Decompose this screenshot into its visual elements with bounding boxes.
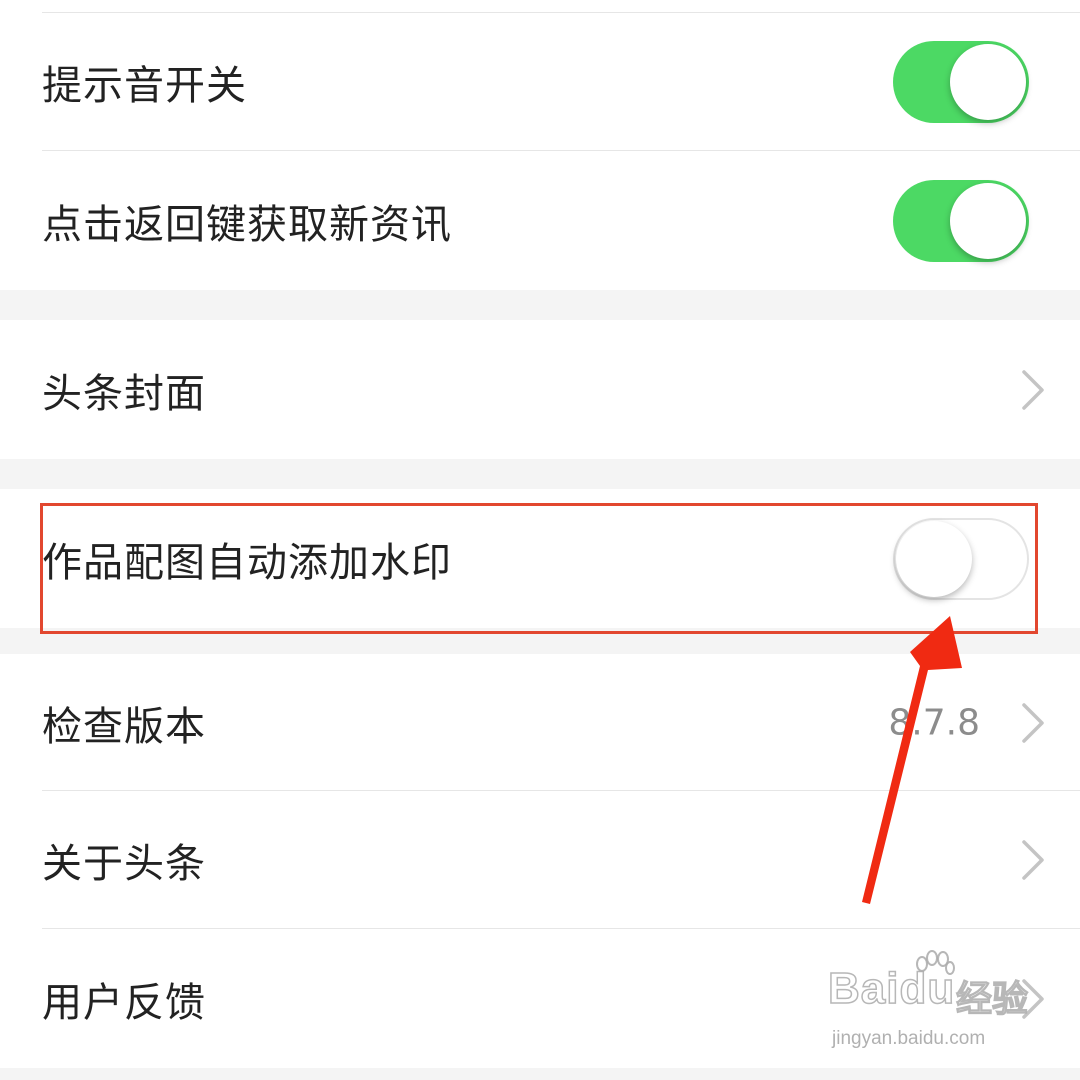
sound-toggle-switch[interactable]	[893, 41, 1029, 123]
cover-row[interactable]: 头条封面	[0, 320, 1080, 459]
back-refresh-label: 点击返回键获取新资讯	[42, 201, 452, 248]
version-value: 8.7.8	[888, 702, 980, 743]
about-row[interactable]: 关于头条	[0, 791, 1080, 929]
back-refresh-toggle-row[interactable]: 点击返回键获取新资讯	[0, 151, 1080, 290]
check-version-label: 检查版本	[42, 703, 206, 750]
toggle-knob	[950, 182, 1026, 259]
chevron-right-icon	[1022, 978, 1044, 1019]
chevron-right-icon	[1022, 840, 1044, 880]
about-label: 关于头条	[42, 841, 206, 887]
sound-toggle-label: 提示音开关	[42, 63, 247, 109]
settings-group-about: 检查版本 8.7.8 关于头条 用户反馈	[0, 654, 1080, 1068]
feedback-label: 用户反馈	[42, 979, 206, 1026]
toggle-knob	[950, 44, 1026, 120]
check-version-row[interactable]: 检查版本 8.7.8	[0, 654, 1080, 791]
watermark-toggle-label: 作品配图自动添加水印	[42, 539, 452, 586]
back-refresh-toggle-switch[interactable]	[893, 179, 1029, 262]
watermark-toggle-switch[interactable]	[893, 517, 1029, 600]
sound-toggle-row[interactable]: 提示音开关	[0, 13, 1080, 151]
chevron-right-icon	[1022, 369, 1044, 410]
toggle-knob	[896, 520, 972, 597]
settings-group-cover: 头条封面	[0, 320, 1080, 459]
chevron-right-icon	[1022, 702, 1044, 743]
cover-label: 头条封面	[42, 370, 206, 417]
settings-group-notifications: 提示音开关 点击返回键获取新资讯	[0, 0, 1080, 290]
watermark-toggle-row[interactable]: 作品配图自动添加水印	[0, 489, 1080, 628]
settings-group-watermark: 作品配图自动添加水印	[0, 489, 1080, 628]
feedback-row[interactable]: 用户反馈	[0, 929, 1080, 1068]
